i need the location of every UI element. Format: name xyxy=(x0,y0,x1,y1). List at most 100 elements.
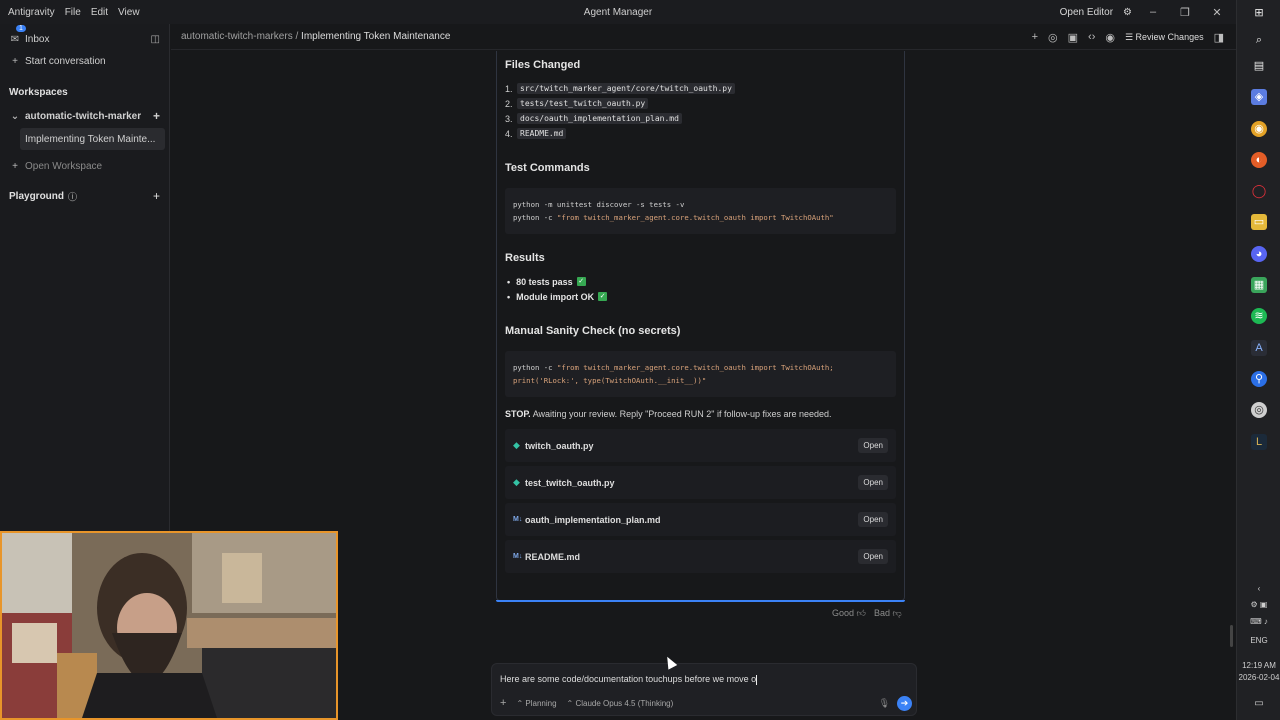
clock-time[interactable]: 12:19 AM xyxy=(1237,661,1280,670)
model-selector[interactable]: ⌃ Claude Opus 4.5 (Thinking) xyxy=(567,699,674,708)
attach-plus-icon[interactable]: + xyxy=(500,697,506,709)
search-icon[interactable]: ⌕ xyxy=(1251,32,1267,48)
add-icon[interactable]: + xyxy=(1032,31,1038,43)
breadcrumb-workspace[interactable]: automatic-twitch-markers xyxy=(181,31,293,42)
sanity-check-heading: Manual Sanity Check (no secrets) xyxy=(505,325,681,337)
file-link-row[interactable]: M↓ oauth_implementation_plan.md Open xyxy=(505,503,896,536)
code-line: python -m unittest discover -s tests -v xyxy=(513,200,685,209)
copilot-icon[interactable]: ◈ xyxy=(1251,89,1267,105)
clock-date[interactable]: 2026-02-04 xyxy=(1237,673,1280,682)
playground-label: Playground xyxy=(9,190,65,202)
terminal-icon[interactable]: ▣ xyxy=(1068,31,1078,44)
notifications-icon[interactable]: ▭ xyxy=(1237,698,1280,709)
code-line: print('RLock:', type(TwitchOAuth.__init_… xyxy=(513,376,707,385)
response-card: Files Changed 1. src/twitch_marker_agent/… xyxy=(496,51,905,602)
open-button[interactable]: Open xyxy=(858,512,888,527)
menu-file[interactable]: File xyxy=(65,7,81,18)
info-icon: ⓘ xyxy=(68,191,78,202)
code-line: python -c "from twitch_marker_agent.core… xyxy=(513,363,834,372)
title-bar: Antigravity File Edit View Agent Manager… xyxy=(0,0,1236,24)
stop-message: STOP. Awaiting your review. Reply "Proce… xyxy=(505,409,832,419)
windows-taskbar: ⊞ ⌕ ▤ ◈ ◉ ◐ ◯ ▭ ◕ ▦ ≋ A ⚲ ◎ L ‹ ⚙ ▣ ⌨ ♪ … xyxy=(1236,0,1280,720)
language-indicator[interactable]: ENG xyxy=(1237,636,1280,645)
bad-feedback-button[interactable]: Bad 👎︎ xyxy=(874,608,902,619)
add-conversation-icon[interactable]: + xyxy=(153,109,160,123)
check-icon: ✓ xyxy=(576,277,586,286)
microphone-icon[interactable]: 🎙︎ xyxy=(879,698,890,709)
scrollbar[interactable] xyxy=(1230,625,1233,647)
test-commands-heading: Test Commands xyxy=(505,162,590,174)
feedback-bar: Good 👍︎ Bad 👎︎ xyxy=(832,608,902,619)
review-changes-button[interactable]: ☰ Review Changes xyxy=(1125,32,1204,43)
file-name: test_twitch_oauth.py xyxy=(525,477,615,488)
menu-edit[interactable]: Edit xyxy=(91,7,108,18)
mode-selector[interactable]: ⌃ Planning xyxy=(516,699,556,708)
toggle-sidebar-icon[interactable]: ◫ xyxy=(151,34,160,45)
webcam-overlay xyxy=(0,531,338,720)
breadcrumb-separator: / xyxy=(295,31,299,42)
text-caret xyxy=(756,674,758,685)
restore-icon[interactable]: ❐ xyxy=(1174,6,1196,19)
check-icon: ✓ xyxy=(598,292,608,301)
plus-icon: + xyxy=(12,160,18,172)
close-icon[interactable]: ✕ xyxy=(1206,6,1228,19)
tray-icons[interactable]: ⚙ ▣ xyxy=(1237,600,1280,609)
list-item: 4. README.md xyxy=(505,126,896,141)
workspaces-heading: Workspaces xyxy=(9,86,68,98)
network-volume-icons[interactable]: ⌨ ♪ xyxy=(1237,617,1280,626)
minimize-icon[interactable]: – xyxy=(1142,6,1164,18)
discord-icon[interactable]: ◕ xyxy=(1251,246,1267,262)
panel-toggle-icon[interactable]: ◨ xyxy=(1214,31,1224,44)
open-button[interactable]: Open xyxy=(858,475,888,490)
breadcrumb-title: Implementing Token Maintenance xyxy=(301,31,451,42)
files-changed-list: 1. src/twitch_marker_agent/core/twitch_oa… xyxy=(505,81,896,141)
inbox-badge: 1 xyxy=(16,25,26,32)
message-composer[interactable]: Here are some code/documentation touchup… xyxy=(491,663,917,716)
firefox-icon[interactable]: ◐ xyxy=(1251,152,1267,168)
add-playground-icon[interactable]: + xyxy=(153,189,160,203)
open-button[interactable]: Open xyxy=(858,549,888,564)
open-button[interactable]: Open xyxy=(858,438,888,453)
message-input[interactable]: Here are some code/documentation touchup… xyxy=(500,674,758,685)
send-button[interactable]: ➔ xyxy=(897,696,912,711)
windows-start-icon[interactable]: ⊞ xyxy=(1251,5,1267,21)
sheets-icon[interactable]: ▦ xyxy=(1251,277,1267,293)
sidebar-item-playground[interactable]: Playground ⓘ + xyxy=(0,185,169,207)
start-conversation-label: Start conversation xyxy=(25,55,106,67)
code-line: python -c "from twitch_marker_agent.core… xyxy=(513,213,834,222)
settings-gear-icon[interactable]: ⚙ xyxy=(1123,7,1132,18)
sidebar-item-workspace[interactable]: ⌄ automatic-twitch-marker + xyxy=(0,105,169,127)
test-commands-code[interactable]: python -m unittest discover -s tests -v p… xyxy=(505,188,896,234)
good-feedback-button[interactable]: Good 👍︎ xyxy=(832,608,866,619)
chevron-left-icon[interactable]: ‹ xyxy=(1237,584,1280,593)
browser-icon[interactable]: ◎ xyxy=(1048,31,1058,44)
antigravity-icon[interactable]: A xyxy=(1251,340,1267,356)
chrome-icon[interactable]: ◉ xyxy=(1251,121,1267,137)
review-changes-label: Review Changes xyxy=(1135,31,1204,42)
conversation-label: Implementing Token Mainte... xyxy=(25,133,156,145)
sidebar-item-inbox[interactable]: ✉ 1 Inbox ◫ xyxy=(0,25,169,50)
files-changed-heading: Files Changed xyxy=(505,59,581,71)
file-link-row[interactable]: M↓ README.md Open xyxy=(505,540,896,573)
open-editor-button[interactable]: Open Editor xyxy=(1060,7,1113,18)
preview-eye-icon[interactable]: ◉ xyxy=(1105,31,1115,44)
sanity-check-code[interactable]: python -c "from twitch_marker_agent.core… xyxy=(505,351,896,397)
chevron-down-icon: ⌄ xyxy=(10,110,20,122)
file-link-row[interactable]: ◆ test_twitch_oauth.py Open xyxy=(505,466,896,499)
league-icon[interactable]: L xyxy=(1251,434,1267,450)
open-workspace-button[interactable]: + Open Workspace xyxy=(0,155,169,177)
menu-app[interactable]: Antigravity xyxy=(8,7,55,18)
obs-icon[interactable]: ◎ xyxy=(1251,402,1267,418)
opera-icon[interactable]: ◯ xyxy=(1251,183,1267,199)
menu-view[interactable]: View xyxy=(118,7,140,18)
task-view-icon[interactable]: ▤ xyxy=(1251,58,1267,74)
maps-icon[interactable]: ⚲ xyxy=(1251,371,1267,387)
spotify-icon[interactable]: ≋ xyxy=(1251,308,1267,324)
conversation-header: automatic-twitch-markers / Implementing … xyxy=(171,24,1236,50)
sidebar-item-conversation[interactable]: Implementing Token Mainte... xyxy=(20,128,165,150)
file-name: twitch_oauth.py xyxy=(525,440,594,451)
file-link-row[interactable]: ◆ twitch_oauth.py Open xyxy=(505,429,896,462)
code-icon[interactable]: ‹› xyxy=(1088,31,1095,43)
start-conversation-button[interactable]: + Start conversation xyxy=(0,50,169,72)
file-explorer-icon[interactable]: ▭ xyxy=(1251,214,1267,230)
